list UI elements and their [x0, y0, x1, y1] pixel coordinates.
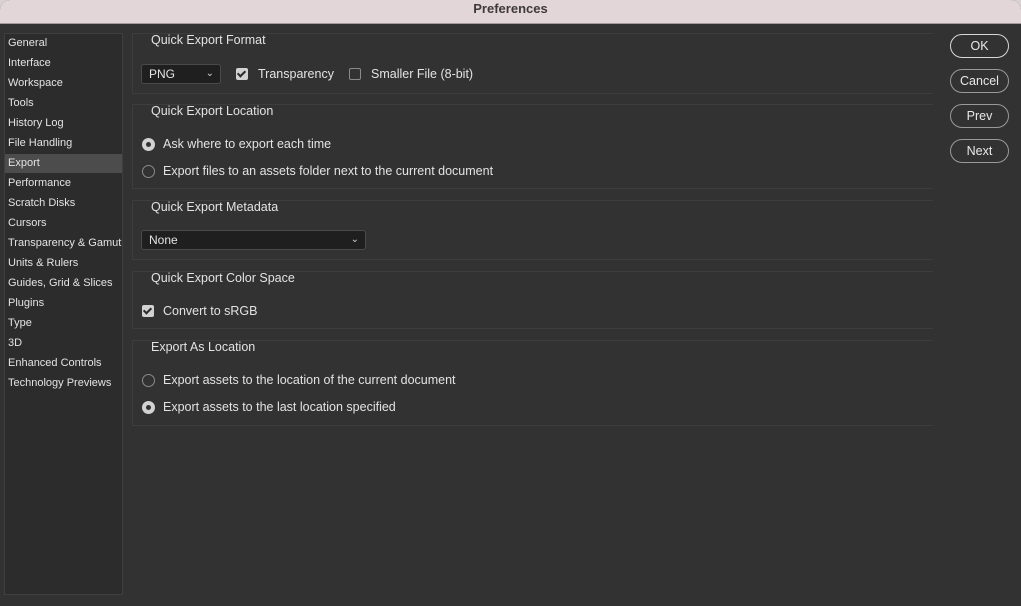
convert-srgb-label: Convert to sRGB	[163, 304, 258, 318]
quick-export-location-group: Quick Export Location Ask where to expor…	[132, 104, 933, 189]
chevron-down-icon: ⌄	[350, 234, 359, 245]
sidebar-item-scratch-disks[interactable]: Scratch Disks	[5, 194, 122, 213]
sidebar-item-guides-grid-slices[interactable]: Guides, Grid & Slices	[5, 274, 122, 293]
export-settings-panel: Quick Export Format PNG ⌄ Transparency S…	[132, 33, 944, 593]
ask-each-time-radio[interactable]	[142, 138, 155, 151]
chevron-down-icon: ⌄	[205, 68, 214, 79]
ok-button[interactable]: OK	[950, 34, 1009, 58]
quick-export-metadata-group: Quick Export Metadata None ⌄	[132, 200, 933, 260]
sidebar-item-plugins[interactable]: Plugins	[5, 294, 122, 313]
prev-button[interactable]: Prev	[950, 104, 1009, 128]
metadata-select-value: None	[149, 233, 178, 247]
sidebar-item-workspace[interactable]: Workspace	[5, 74, 122, 93]
export-as-location-group: Export As Location Export assets to the …	[132, 340, 933, 426]
transparency-checkbox[interactable]	[236, 68, 248, 80]
current-doc-location-label: Export assets to the location of the cur…	[163, 373, 456, 387]
sidebar-item-interface[interactable]: Interface	[5, 54, 122, 73]
window-title: Preferences	[0, 0, 1021, 24]
sidebar-item-type[interactable]: Type	[5, 314, 122, 333]
group-title: Quick Export Color Space	[151, 271, 295, 285]
preferences-window: Preferences General Interface Workspace …	[0, 0, 1021, 606]
assets-folder-radio[interactable]	[142, 165, 155, 178]
sidebar-item-units-rulers[interactable]: Units & Rulers	[5, 254, 122, 273]
smaller-file-checkbox[interactable]	[349, 68, 361, 80]
sidebar-item-file-handling[interactable]: File Handling	[5, 134, 122, 153]
sidebar-item-3d[interactable]: 3D	[5, 334, 122, 353]
group-title: Quick Export Metadata	[151, 200, 279, 214]
last-location-label: Export assets to the last location speci…	[163, 400, 396, 414]
format-select-value: PNG	[149, 67, 176, 81]
next-button[interactable]: Next	[950, 139, 1009, 163]
current-doc-location-radio[interactable]	[142, 374, 155, 387]
sidebar-item-history-log[interactable]: History Log	[5, 114, 122, 133]
last-location-radio[interactable]	[142, 401, 155, 414]
transparency-label: Transparency	[258, 67, 334, 81]
ask-each-time-label: Ask where to export each time	[163, 137, 332, 151]
quick-export-format-group: Quick Export Format PNG ⌄ Transparency S…	[132, 33, 933, 94]
convert-srgb-checkbox[interactable]	[142, 305, 154, 317]
smaller-file-label: Smaller File (8-bit)	[371, 67, 474, 81]
sidebar-item-technology-previews[interactable]: Technology Previews	[5, 374, 122, 393]
sidebar-item-performance[interactable]: Performance	[5, 174, 122, 193]
format-select[interactable]: PNG ⌄	[141, 64, 221, 84]
group-title: Export As Location	[151, 340, 256, 354]
preferences-sidebar: General Interface Workspace Tools Histor…	[4, 33, 123, 595]
quick-export-color-space-group: Quick Export Color Space Convert to sRGB	[132, 271, 933, 329]
sidebar-item-transparency-gamut[interactable]: Transparency & Gamut	[5, 234, 122, 253]
assets-folder-label: Export files to an assets folder next to…	[163, 164, 494, 178]
sidebar-item-general[interactable]: General	[5, 34, 122, 53]
sidebar-item-export[interactable]: Export	[5, 154, 122, 173]
group-title: Quick Export Location	[151, 104, 274, 118]
sidebar-item-enhanced-controls[interactable]: Enhanced Controls	[5, 354, 122, 373]
cancel-button[interactable]: Cancel	[950, 69, 1009, 93]
sidebar-item-cursors[interactable]: Cursors	[5, 214, 122, 233]
group-title: Quick Export Format	[151, 33, 266, 47]
metadata-select[interactable]: None ⌄	[141, 230, 366, 250]
sidebar-item-tools[interactable]: Tools	[5, 94, 122, 113]
